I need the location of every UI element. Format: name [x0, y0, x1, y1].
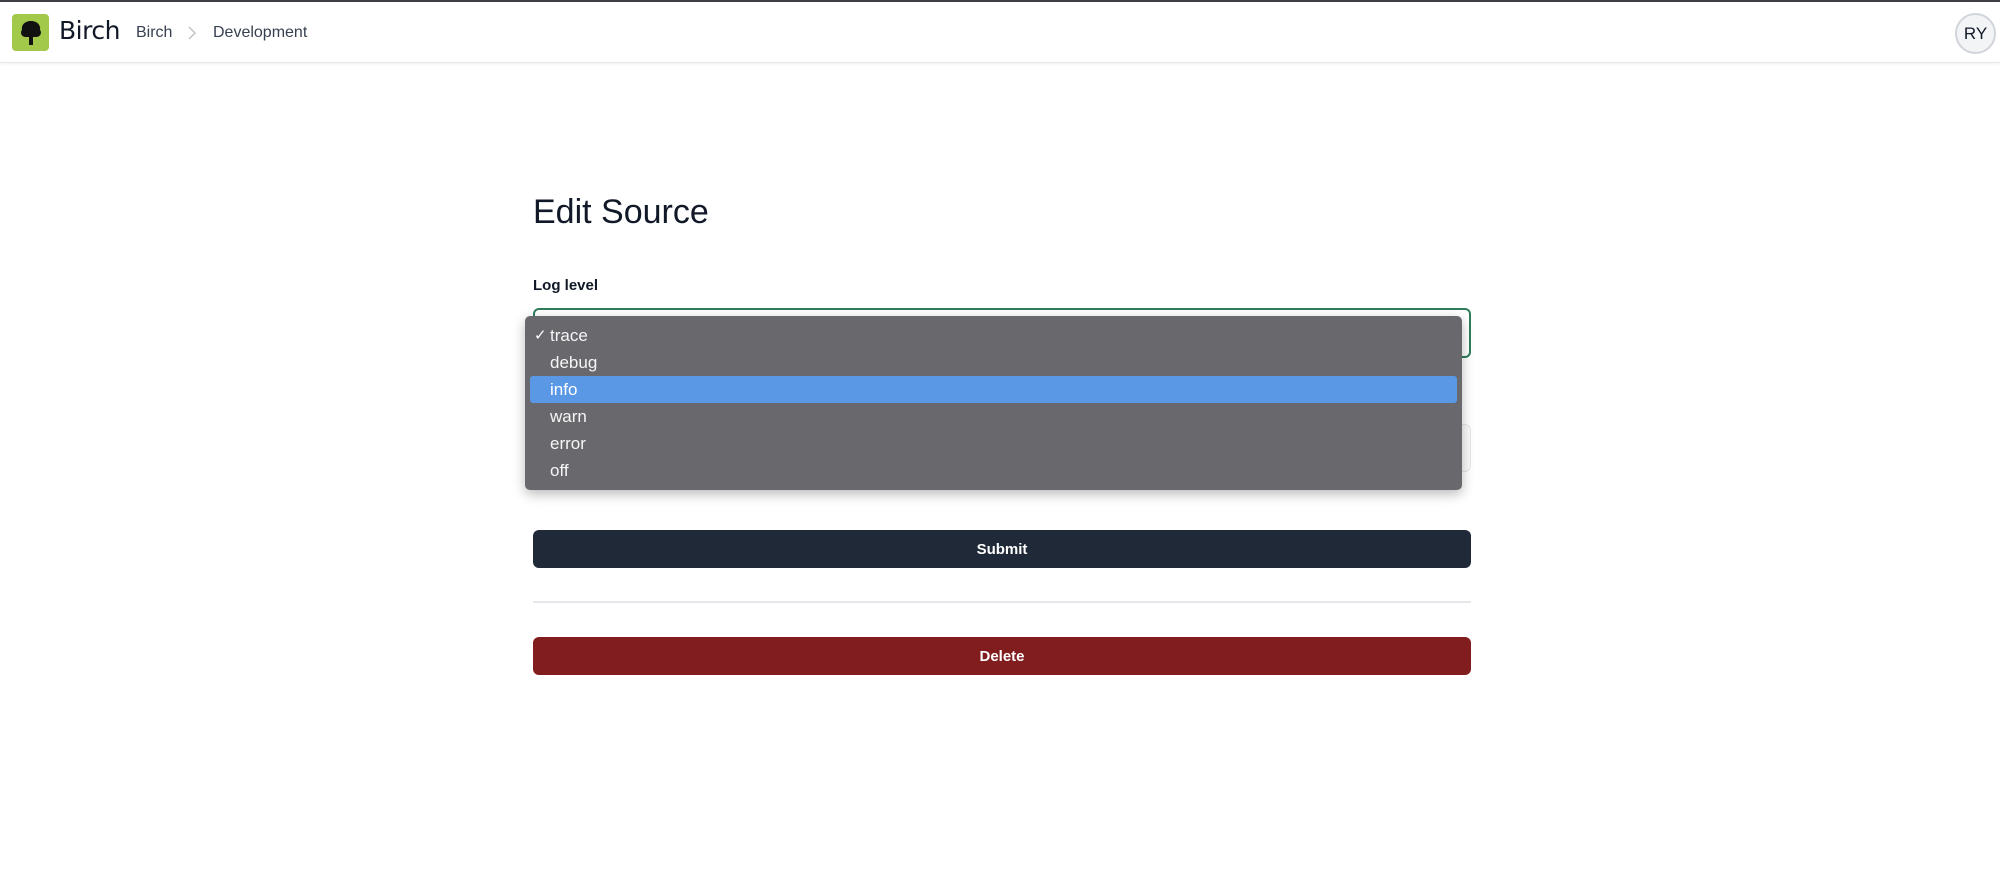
option-label: error	[550, 434, 586, 453]
log-level-label: Log level	[533, 277, 599, 294]
option-label: trace	[550, 326, 588, 345]
page-title: Edit Source	[533, 193, 709, 231]
option-label: info	[550, 380, 578, 399]
logo[interactable]	[12, 14, 49, 51]
option-trace[interactable]: ✓ trace	[530, 322, 1457, 349]
checkmark-icon: ✓	[534, 326, 547, 344]
option-error[interactable]: error	[530, 430, 1457, 457]
option-warn[interactable]: warn	[530, 403, 1457, 430]
option-label: debug	[550, 353, 598, 372]
option-label: off	[550, 461, 569, 480]
brand-name[interactable]: Birch	[59, 16, 120, 45]
option-info[interactable]: info	[530, 376, 1457, 403]
option-label: warn	[550, 407, 587, 426]
delete-button[interactable]: Delete	[533, 637, 1471, 675]
submit-button[interactable]: Submit	[533, 530, 1471, 568]
breadcrumb-item-root[interactable]: Birch	[136, 24, 172, 42]
option-off[interactable]: off	[530, 457, 1457, 484]
chevron-right-icon	[188, 26, 197, 40]
tree-icon	[20, 20, 41, 45]
divider	[533, 601, 1471, 603]
log-level-dropdown: ✓ trace debug info warn error off	[525, 316, 1462, 490]
top-navbar: Birch Birch Development RY	[0, 0, 2000, 63]
user-avatar[interactable]: RY	[1955, 13, 1996, 54]
option-debug[interactable]: debug	[530, 349, 1457, 376]
breadcrumb-item-current[interactable]: Development	[213, 24, 307, 42]
